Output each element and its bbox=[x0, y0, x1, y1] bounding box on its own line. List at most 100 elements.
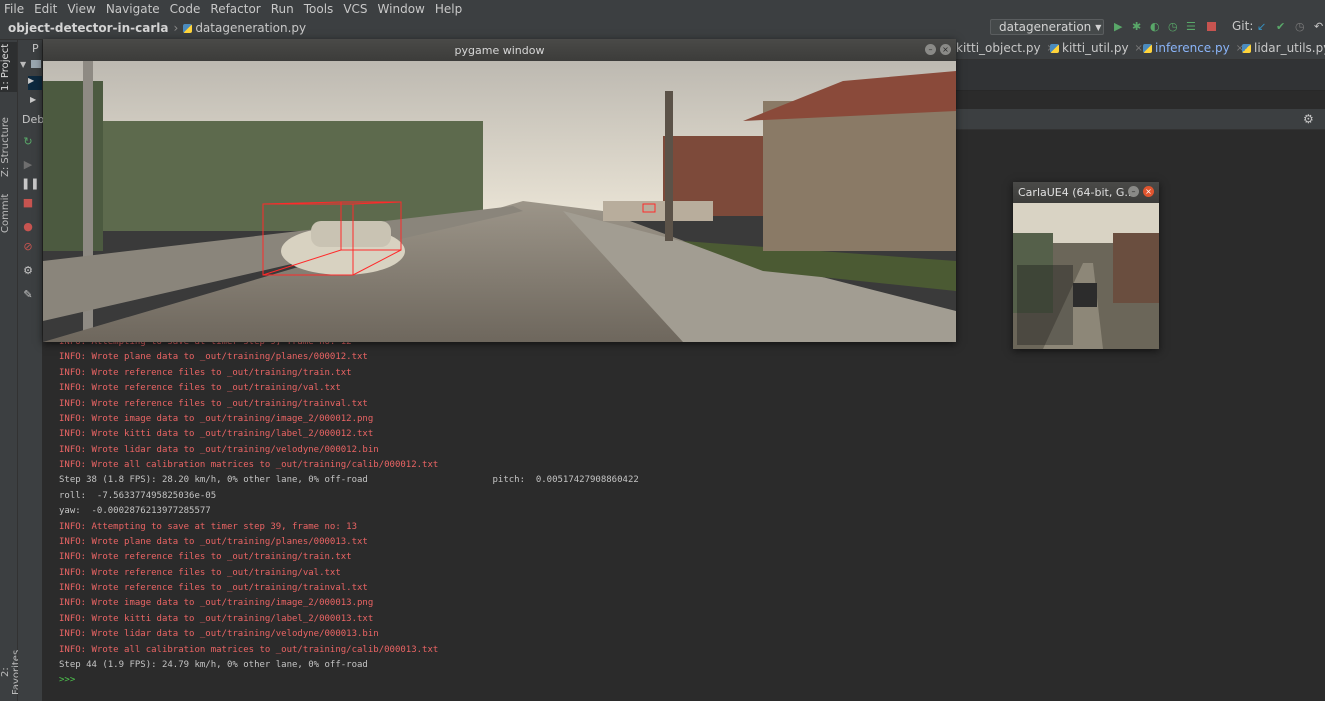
console-line: >>> bbox=[59, 675, 76, 686]
settings-icon[interactable]: ⚙ bbox=[21, 264, 35, 277]
carla-viewport bbox=[1013, 203, 1159, 349]
console-line: INFO: Wrote all calibration matrices to … bbox=[59, 460, 439, 470]
console-line: INFO: Wrote lidar data to _out/training/… bbox=[59, 629, 379, 640]
settings-icon[interactable]: ⚙ bbox=[1303, 112, 1314, 126]
console-line: INFO: Wrote kitti data to _out/training/… bbox=[59, 429, 374, 440]
git-history-icon[interactable]: ◷ bbox=[1295, 21, 1305, 33]
window-title-bar[interactable]: pygame window bbox=[43, 39, 956, 61]
git-update-icon[interactable]: ↙ bbox=[1257, 21, 1266, 33]
menu-help[interactable]: Help bbox=[430, 2, 467, 16]
minimize-icon[interactable]: – bbox=[1128, 186, 1139, 197]
window-title: pygame window bbox=[454, 43, 545, 57]
console-line: INFO: Wrote all calibration matrices to … bbox=[59, 644, 439, 655]
console-line: INFO: Wrote lidar data to _out/training/… bbox=[59, 444, 379, 455]
window-title: CarlaUE4 (64-bit, G... bbox=[1018, 186, 1135, 199]
menu-tools[interactable]: Tools bbox=[299, 2, 339, 16]
git-label: Git: bbox=[1232, 19, 1254, 33]
console-line: INFO: Wrote reference files to _out/trai… bbox=[59, 567, 341, 578]
tree-row-selected[interactable]: ▶ bbox=[28, 76, 42, 90]
console-line: yaw: -0.0002876213977285577 bbox=[59, 506, 211, 517]
menu-vcs[interactable]: VCS bbox=[338, 2, 372, 16]
hedge bbox=[83, 121, 483, 231]
run-icon[interactable]: ▶ bbox=[1114, 21, 1122, 33]
panel-tab-fragment[interactable]: P bbox=[32, 42, 39, 55]
console-output: INFO: Attempting to save at timer step 9… bbox=[59, 335, 1009, 695]
tab-inference[interactable]: inference.py × bbox=[1143, 41, 1244, 55]
menu-view[interactable]: View bbox=[62, 2, 100, 16]
tree-trunk bbox=[665, 91, 673, 241]
close-icon[interactable]: × bbox=[940, 44, 951, 55]
minimize-icon[interactable]: – bbox=[925, 44, 936, 55]
close-icon[interactable]: × bbox=[1143, 186, 1154, 197]
tree-row[interactable]: ▶ bbox=[30, 95, 36, 104]
console-line: INFO: Wrote reference files to _out/trai… bbox=[59, 552, 352, 563]
tab-label: kitti_util.py bbox=[1062, 41, 1129, 55]
console-line: roll: -7.563377495825036e-05 bbox=[59, 490, 217, 501]
tab-favorites[interactable]: 2: Favorites bbox=[0, 644, 22, 700]
pause-icon[interactable]: ❚❚ bbox=[21, 177, 39, 190]
rerun-icon[interactable]: ↻ bbox=[21, 135, 35, 148]
folder-icon bbox=[31, 60, 41, 68]
pygame-window[interactable]: pygame window – × bbox=[43, 39, 956, 342]
tab-label: lidar_utils.py bbox=[1254, 41, 1325, 55]
tab-kitti-util[interactable]: kitti_util.py × bbox=[1050, 41, 1143, 55]
git-commit-icon[interactable]: ✔ bbox=[1276, 21, 1285, 33]
tab-commit[interactable]: Commit bbox=[0, 190, 17, 236]
coverage-icon[interactable]: ◐ bbox=[1150, 21, 1160, 33]
menu-run[interactable]: Run bbox=[266, 2, 299, 16]
console-line: INFO: Wrote reference files to _out/trai… bbox=[59, 583, 368, 593]
mute-breakpoints-icon[interactable]: ⊘ bbox=[21, 240, 35, 253]
run-configuration-select[interactable]: datageneration ▼ bbox=[990, 19, 1104, 35]
console-line: INFO: Wrote reference files to _out/trai… bbox=[59, 398, 368, 409]
tab-structure[interactable]: Z: Structure bbox=[0, 112, 17, 182]
breadcrumb-separator: › bbox=[173, 21, 179, 35]
menu-code[interactable]: Code bbox=[165, 2, 206, 16]
debug-icon[interactable]: ✱ bbox=[1132, 21, 1141, 33]
console-line: INFO: Wrote image data to _out/training/… bbox=[59, 598, 374, 609]
trees-left bbox=[43, 81, 103, 251]
editor-area bbox=[956, 60, 1325, 91]
stop-icon[interactable] bbox=[1207, 22, 1216, 31]
camera-view bbox=[43, 61, 956, 342]
pin-icon[interactable]: ✎ bbox=[21, 288, 35, 301]
tab-kitti-object[interactable]: kitti_object.py × bbox=[956, 41, 1055, 55]
git-rollback-icon[interactable]: ↶ bbox=[1314, 21, 1323, 33]
menu-refactor[interactable]: Refactor bbox=[205, 2, 265, 16]
tab-project[interactable]: 1: Project bbox=[0, 42, 17, 92]
console-line: INFO: Wrote image data to _out/training/… bbox=[59, 413, 374, 424]
menu-edit[interactable]: Edit bbox=[29, 2, 62, 16]
run-configuration-label: datageneration bbox=[999, 20, 1092, 34]
tab-label: inference.py bbox=[1155, 41, 1230, 55]
view-breakpoints-icon[interactable]: ● bbox=[21, 220, 35, 233]
menu-window[interactable]: Window bbox=[373, 2, 430, 16]
tree-expand-icon[interactable]: ▼ bbox=[20, 60, 26, 69]
console-line: INFO: Wrote reference files to _out/trai… bbox=[59, 383, 341, 394]
chevron-down-icon: ▼ bbox=[1095, 22, 1102, 32]
editor-tabs: kitti_object.py × kitti_util.py × infere… bbox=[956, 39, 1325, 60]
profile-icon[interactable]: ◷ bbox=[1168, 21, 1178, 33]
breadcrumb-project[interactable]: object-detector-in-carla bbox=[0, 21, 169, 35]
carla-window[interactable]: CarlaUE4 (64-bit, G... – × bbox=[1013, 182, 1159, 349]
car-roof bbox=[311, 221, 391, 247]
console-line: INFO: Wrote kitti data to _out/training/… bbox=[59, 613, 374, 624]
resume-icon[interactable]: ▶ bbox=[21, 158, 35, 171]
python-file-icon bbox=[183, 23, 193, 33]
concurrency-icon[interactable]: ☰ bbox=[1186, 21, 1196, 33]
menu-bar: File Edit View Navigate Code Refactor Ru… bbox=[0, 0, 1325, 17]
python-file-icon bbox=[1242, 43, 1251, 53]
python-file-icon bbox=[1143, 43, 1152, 53]
wall bbox=[603, 201, 713, 221]
close-icon[interactable]: × bbox=[1135, 43, 1143, 54]
console-line: INFO: Wrote reference files to _out/trai… bbox=[59, 367, 352, 378]
console-line: INFO: Wrote plane data to _out/training/… bbox=[59, 536, 368, 547]
console-line: Step 38 (1.8 FPS): 28.20 km/h, 0% other … bbox=[59, 475, 639, 486]
console-line: Step 44 (1.9 FPS): 24.79 km/h, 0% other … bbox=[59, 659, 368, 670]
stop-debug-icon[interactable]: ■ bbox=[21, 196, 35, 209]
menu-file[interactable]: File bbox=[0, 2, 29, 16]
navigation-bar: object-detector-in-carla › datageneratio… bbox=[0, 17, 1325, 40]
menu-navigate[interactable]: Navigate bbox=[101, 2, 165, 16]
breadcrumb-file[interactable]: datageneration.py bbox=[183, 21, 306, 35]
tab-lidar-utils[interactable]: lidar_utils.py bbox=[1242, 41, 1325, 55]
console-line: INFO: Wrote plane data to _out/training/… bbox=[59, 352, 368, 363]
console-line: INFO: Attempting to save at timer step 3… bbox=[59, 521, 358, 532]
